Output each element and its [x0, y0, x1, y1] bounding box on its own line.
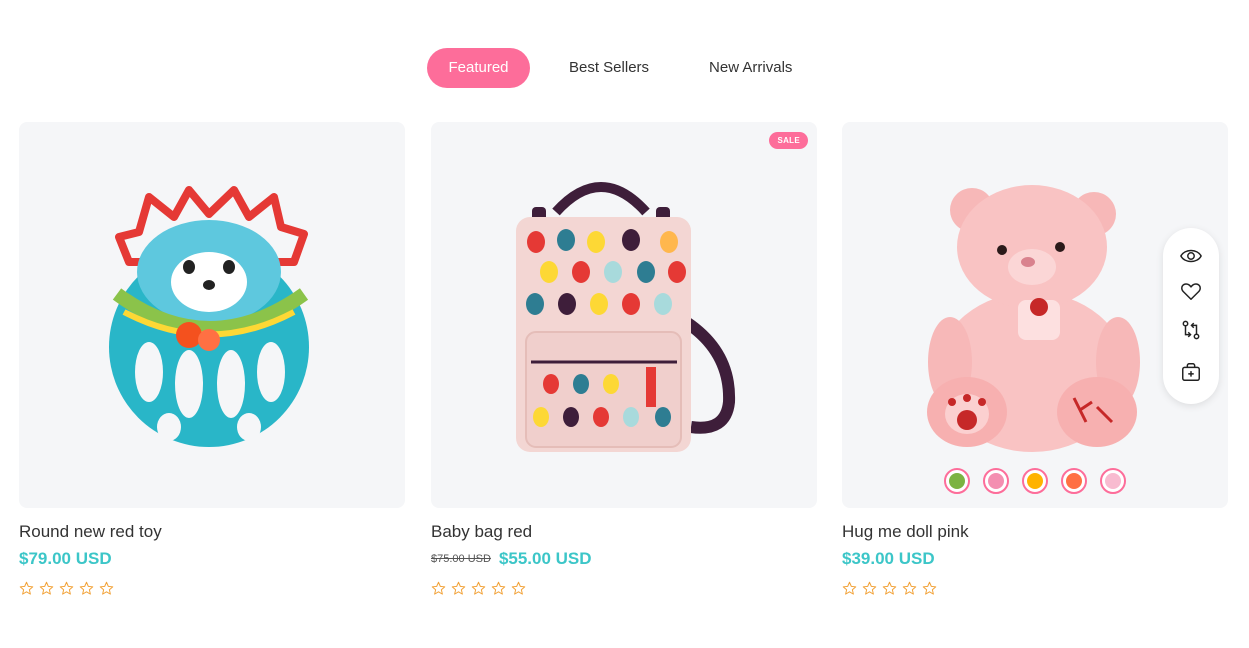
star-icon — [451, 581, 466, 595]
tab-new-arrivals[interactable]: New Arrivals — [709, 48, 792, 88]
star-icon — [431, 581, 446, 595]
product-actions — [1163, 228, 1219, 404]
backpack-image — [516, 182, 736, 452]
star-icon — [842, 581, 857, 595]
swatch-green[interactable] — [944, 468, 970, 494]
swatch-orange[interactable] — [1061, 468, 1087, 494]
eye-icon[interactable] — [1180, 245, 1202, 267]
product-name[interactable]: Round new red toy — [19, 522, 405, 542]
product-card[interactable]: Hug me doll pink $39.00 USD — [842, 122, 1228, 596]
product-image[interactable] — [19, 122, 405, 508]
color-swatches — [944, 468, 1126, 494]
star-icon — [882, 581, 897, 595]
product-card[interactable]: SALE Baby bag red $75.00 USD $55.00 USD — [431, 122, 817, 596]
product-card[interactable]: Round new red toy $79.00 USD — [19, 122, 405, 596]
star-icon — [59, 581, 74, 595]
product-name[interactable]: Baby bag red — [431, 522, 817, 542]
add-to-cart-icon[interactable] — [1180, 361, 1202, 383]
star-icon — [79, 581, 94, 595]
swatch-light-pink[interactable] — [1100, 468, 1126, 494]
hedgehog-toy-image — [109, 186, 309, 447]
star-icon — [511, 581, 526, 595]
rating-stars — [842, 581, 1228, 596]
product-tabs: Featured Best Sellers New Arrivals — [427, 48, 792, 88]
tab-featured[interactable]: Featured — [427, 48, 530, 88]
price-row: $75.00 USD $55.00 USD — [431, 549, 817, 569]
star-icon — [471, 581, 486, 595]
heart-icon[interactable] — [1180, 280, 1202, 302]
product-image[interactable] — [842, 122, 1228, 508]
product-price: $79.00 USD — [19, 549, 112, 568]
price-row: $79.00 USD — [19, 549, 405, 569]
rating-stars — [19, 581, 405, 596]
product-old-price: $75.00 USD — [431, 553, 491, 565]
star-icon — [902, 581, 917, 595]
product-name[interactable]: Hug me doll pink — [842, 522, 1228, 542]
star-icon — [491, 581, 506, 595]
product-price: $55.00 USD — [498, 549, 592, 568]
product-price: $39.00 USD — [842, 549, 935, 568]
sale-badge: SALE — [769, 132, 808, 149]
star-icon — [862, 581, 877, 595]
product-image[interactable]: SALE — [431, 122, 817, 508]
swatch-yellow[interactable] — [1022, 468, 1048, 494]
compare-icon[interactable] — [1180, 319, 1202, 341]
swatch-pink[interactable] — [983, 468, 1009, 494]
price-row: $39.00 USD — [842, 549, 1228, 569]
rating-stars — [431, 581, 817, 596]
star-icon — [922, 581, 937, 595]
star-icon — [99, 581, 114, 595]
star-icon — [39, 581, 54, 595]
tab-best-sellers[interactable]: Best Sellers — [569, 48, 649, 88]
star-icon — [19, 581, 34, 595]
